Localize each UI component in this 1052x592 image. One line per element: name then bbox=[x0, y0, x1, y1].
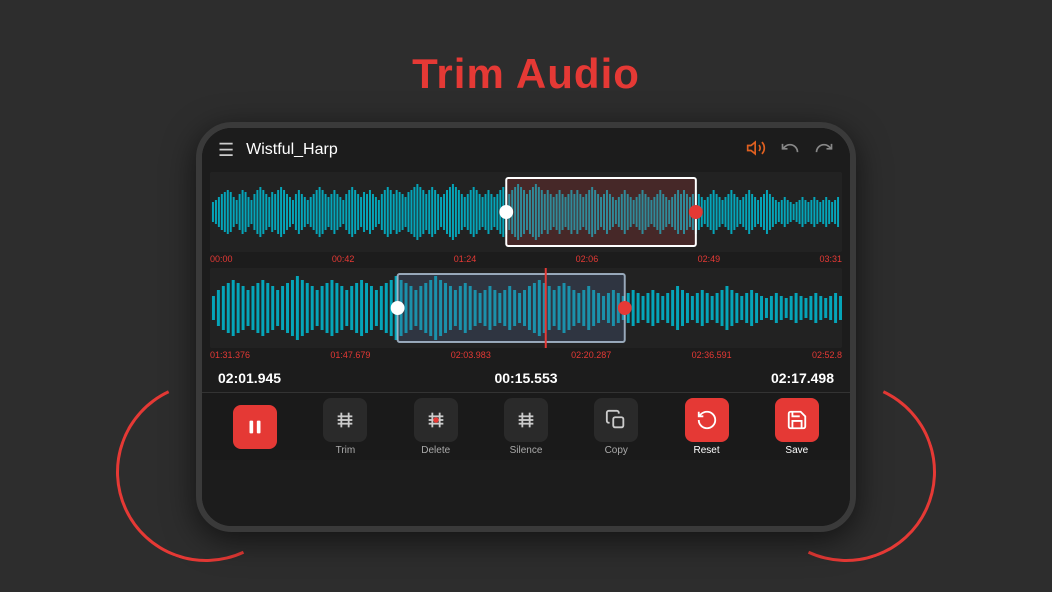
time-duration: 00:15.553 bbox=[494, 370, 557, 386]
time-zoom-label-4: 02:36.591 bbox=[692, 350, 732, 360]
time-zoom-label-1: 01:47.679 bbox=[330, 350, 370, 360]
phone-body: ☰ Wistful_Harp bbox=[196, 122, 856, 532]
timeline-zoomed: 01:31.376 01:47.679 02:03.983 02:20.287 … bbox=[202, 350, 850, 360]
time-display-row: 02:01.945 00:15.553 02:17.498 bbox=[202, 364, 850, 392]
waveform-overview bbox=[210, 172, 842, 252]
phone-mockup: ☰ Wistful_Harp bbox=[196, 122, 856, 542]
time-zoom-label-3: 02:20.287 bbox=[571, 350, 611, 360]
silence-label: Silence bbox=[510, 445, 543, 456]
copy-label: Copy bbox=[605, 445, 628, 456]
title-part1: Trim bbox=[412, 50, 505, 97]
time-label-0: 00:00 bbox=[210, 254, 233, 264]
phone-side-button bbox=[196, 268, 200, 308]
title-part2: Audio bbox=[516, 50, 640, 97]
time-label-3: 02:06 bbox=[576, 254, 599, 264]
topbar: ☰ Wistful_Harp bbox=[202, 128, 850, 172]
undo-icon[interactable] bbox=[780, 138, 800, 163]
time-zoom-label-0: 01:31.376 bbox=[210, 350, 250, 360]
time-label-4: 02:49 bbox=[698, 254, 721, 264]
delete-label: Delete bbox=[421, 445, 450, 456]
time-label-2: 01:24 bbox=[454, 254, 477, 264]
waveform-overview-svg bbox=[210, 172, 842, 252]
reset-button[interactable]: Reset bbox=[681, 398, 733, 456]
play-pause-button[interactable] bbox=[229, 405, 281, 449]
app-screen: ☰ Wistful_Harp bbox=[202, 128, 850, 526]
time-label-5: 03:31 bbox=[819, 254, 842, 264]
time-label-1: 00:42 bbox=[332, 254, 355, 264]
redo-icon[interactable] bbox=[814, 138, 834, 163]
silence-button[interactable]: Silence bbox=[500, 398, 552, 456]
save-label: Save bbox=[785, 445, 808, 456]
topbar-actions bbox=[746, 138, 834, 163]
delete-button[interactable]: Delete bbox=[410, 398, 462, 456]
save-button[interactable]: Save bbox=[771, 398, 823, 456]
reset-label: Reset bbox=[693, 445, 719, 456]
timeline-overview: 00:00 00:42 01:24 02:06 02:49 03:31 bbox=[202, 254, 850, 264]
time-zoom-label-5: 02:52.8 bbox=[812, 350, 842, 360]
time-start: 02:01.945 bbox=[218, 370, 281, 386]
bottom-toolbar: Trim Delete bbox=[202, 392, 850, 460]
filename-label: Wistful_Harp bbox=[246, 141, 746, 159]
trim-label: Trim bbox=[336, 445, 356, 456]
volume-icon[interactable] bbox=[746, 138, 766, 163]
time-zoom-label-2: 02:03.983 bbox=[451, 350, 491, 360]
page-title: Trim Audio bbox=[412, 50, 640, 98]
waveform-zoomed bbox=[210, 268, 842, 348]
copy-button[interactable]: Copy bbox=[590, 398, 642, 456]
waveform-zoomed-svg bbox=[210, 268, 842, 348]
time-end: 02:17.498 bbox=[771, 370, 834, 386]
menu-icon[interactable]: ☰ bbox=[218, 140, 234, 161]
trim-button[interactable]: Trim bbox=[319, 398, 371, 456]
